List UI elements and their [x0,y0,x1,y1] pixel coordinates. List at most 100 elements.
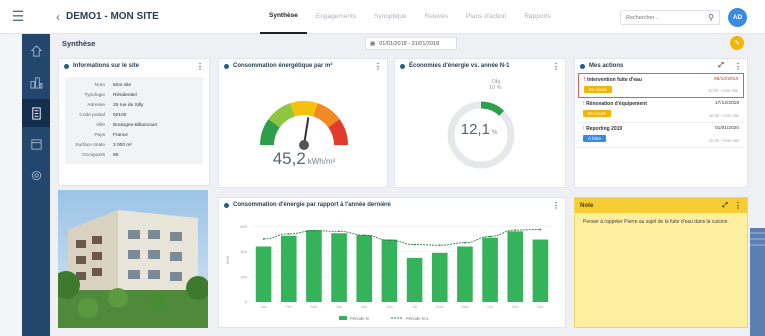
info-key: Nom [94,82,105,88]
date-range-picker[interactable]: ▦ 01/01/2018 - 31/01/2018 [365,37,457,50]
edit-button[interactable]: ✎ [730,36,744,50]
more-icon[interactable]: ⋮ [374,62,382,71]
settings-icon[interactable] [22,161,50,189]
gauge-unit: kWh/m² [307,157,336,166]
chart-line-point [464,241,466,244]
info-row: Adresse 25 rue de Silly [65,100,203,110]
expand-icon[interactable]: ⤢ [722,202,728,210]
gauge-readout: 45,2 kWh/m² [219,149,389,169]
action-meta: 10:40 - mon site [708,113,739,118]
info-key: Ville [96,122,105,128]
card-title: Note [580,202,594,209]
top-bar: ☰ ‹ DEMO1 - MON SITE Synthèse Engagements… [0,0,765,34]
chevron-left-icon[interactable]: ‹ [56,10,60,24]
expand-icon[interactable]: ⤢ [718,62,724,70]
action-item[interactable]: ! Intervention fuite d'eau 05/10/2018 En c… [578,73,744,98]
chart-bar[interactable] [507,231,524,302]
tab-4[interactable]: Plans d'action [457,0,515,34]
savings-unit: % [491,130,498,136]
chart-bar[interactable] [406,257,423,302]
action-title-text: Reporting 2019 [586,126,623,132]
city-icon[interactable] [22,68,50,96]
calendar-icon[interactable] [22,130,50,158]
date-range-label: 01/01/2018 - 31/01/2018 [379,40,440,47]
x-tick-label: Avr [336,305,342,309]
card-title: Informations sur le site [73,63,140,69]
objective-label: Obj. 10 % [489,79,502,91]
info-row: Occupants 85 [65,150,203,160]
x-tick-label: Mar [311,305,318,309]
avatar[interactable]: AD [728,8,747,27]
card-header: Consommation d'énergie par rapport à l'a… [219,198,565,212]
bullet-icon [400,63,405,69]
chart-bar[interactable] [431,252,448,302]
chart-bar[interactable] [532,239,549,302]
search-input[interactable] [626,14,696,21]
info-value: Boulogne-Billancourt [113,122,158,128]
action-date: 01/01/2020 [714,126,739,131]
savings-readout: 12,1 % [449,121,509,138]
menu-icon[interactable]: ☰ [0,0,36,34]
more-icon[interactable]: ⋮ [552,201,560,210]
action-item[interactable]: ! Rénovation d'équipement 17/12/2018 En co… [578,98,744,123]
tab-1[interactable]: Engagements [307,0,365,34]
info-value: Mon site [113,82,132,88]
action-date: 17/12/2018 [714,101,739,106]
chart-bar[interactable] [381,239,398,302]
x-tick-label: Juin [386,305,393,309]
chart-bar[interactable] [482,237,498,302]
site-photo [58,190,208,328]
more-icon[interactable]: ⋮ [734,201,742,210]
y-tick-label: 0 [245,300,248,305]
more-icon[interactable]: ⋮ [552,62,560,71]
chart-bar[interactable] [255,246,272,302]
chart-bar[interactable] [356,235,373,302]
y-tick-label: 200 [240,274,247,279]
info-value: 25 rue de Silly [113,102,144,108]
building-tree-icon[interactable] [22,37,50,65]
search-icon[interactable]: ⚲ [708,13,714,22]
chart-bar[interactable] [457,246,473,302]
energy-chart-card: Consommation d'énergie par rapport à l'a… [218,197,566,328]
tab-2[interactable]: Synoptique [365,0,416,34]
actions-card: Mes actions ⤢ ⋮ ! Intervention fuite d'e… [574,58,748,188]
site-selector[interactable]: ‹ DEMO1 - MON SITE [56,10,206,24]
more-icon[interactable]: ⋮ [734,62,742,71]
card-header: Économies d'énergie vs. année N-1 ⋮ [395,59,565,73]
action-meta: 10:40 - mon site [708,138,739,143]
tab-0[interactable]: Synthèse [260,0,307,34]
chart-bar[interactable] [280,235,297,302]
note-text[interactable]: Penser à rappeler Pierre au sujet de la … [575,213,747,233]
action-item[interactable]: ! Reporting 2019 01/01/2020 À faire 10:40 -… [578,123,744,148]
info-row: Surface totale 3 000 m² [65,140,203,150]
chart-line-point [413,243,416,246]
card-title: Consommation énergétique par m² [233,63,333,69]
chart-bar[interactable] [306,230,322,302]
savings-card: Économies d'énergie vs. année N-1 ⋮ Obj.… [394,58,566,188]
background-window-edge [750,228,765,336]
pencil-icon: ✎ [734,40,740,47]
search-box[interactable]: ⚲ [620,10,720,25]
savings-value: 12,1 [460,121,490,138]
card-title: Consommation d'énergie par rapport à l'a… [233,202,391,208]
chart-line-point [539,228,542,231]
donut-value-arc [480,101,505,116]
tab-5[interactable]: Rapports [515,0,559,34]
tab-3[interactable]: Relevés [416,0,457,34]
building-icon[interactable] [22,99,50,127]
chart-line-previous-year [263,229,541,246]
more-icon[interactable]: ⋮ [196,62,204,71]
x-tick-label: Oct [487,305,493,309]
y-tick-label: 400 [240,249,247,254]
left-gutter [0,34,22,336]
x-tick-label: Juil [412,305,418,309]
card-header: Informations sur le site ⋮ [59,59,209,73]
chart-line-point [313,229,315,232]
energy-gauge-card: Consommation énergétique par m² ⋮ 45,2 k… [218,58,388,188]
chart-line-point [388,239,391,241]
info-value: 85 [113,152,119,158]
info-key: Adresse [87,102,105,108]
status-badge: À faire [583,135,607,142]
chart-bar[interactable] [331,233,347,302]
info-key: Surface totale [75,142,105,148]
